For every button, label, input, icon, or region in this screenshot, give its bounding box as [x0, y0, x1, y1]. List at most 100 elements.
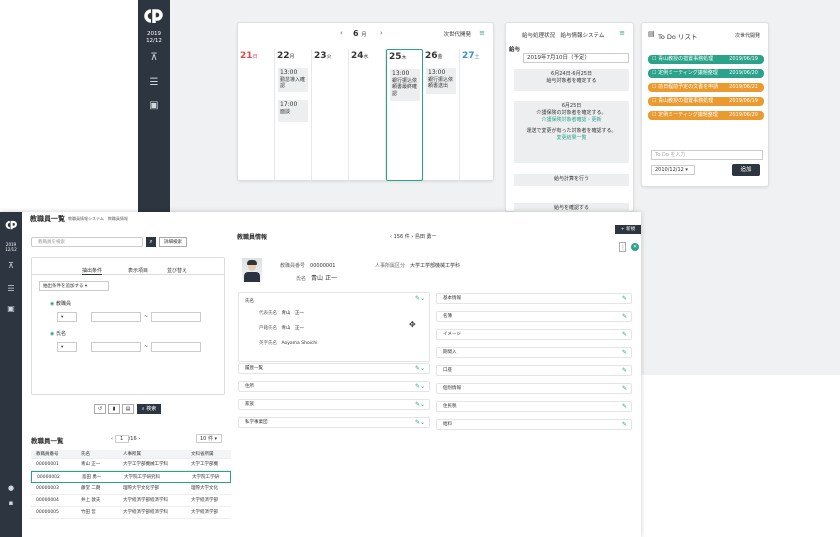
- edit-icon[interactable]: ✎⌄: [415, 295, 425, 302]
- day-cell[interactable]: 23火: [312, 49, 349, 181]
- next-record-button[interactable]: ›: [411, 234, 413, 240]
- day-cell[interactable]: 26金 13:00 銀行振込依頼書送出: [423, 49, 460, 181]
- calendar-event[interactable]: 13:00 銀行振込依頼書送出: [426, 68, 456, 94]
- next-month-button[interactable]: ›: [380, 29, 383, 37]
- page-input[interactable]: 1: [114, 435, 129, 443]
- name-row: 戸籍氏名 青山 正一: [259, 326, 304, 331]
- condition-operator-select[interactable]: ▾: [57, 312, 77, 322]
- payroll-link[interactable]: 介護保険対象者確認・更新: [516, 117, 627, 124]
- condition-from-input[interactable]: [91, 312, 141, 322]
- section-family[interactable]: 家族 ✎⌄: [238, 399, 430, 410]
- notification-icon[interactable]: ●: [6, 484, 16, 494]
- org-chart-icon[interactable]: ⊼: [5, 261, 17, 271]
- staff-name: 氏名 青山 正一: [296, 275, 337, 282]
- calendar-event[interactable]: 17:00 面談: [278, 100, 308, 122]
- payroll-step[interactable]: 給与計算を行う: [514, 174, 629, 186]
- section-private-school[interactable]: 私学事業団 ✎⌄: [238, 417, 430, 428]
- new-button[interactable]: + 新規: [615, 225, 641, 234]
- payroll-date-select[interactable]: 2019年7月10日（予定）: [523, 53, 629, 63]
- todo-date-select[interactable]: 2010/12/12 ▾: [651, 165, 695, 175]
- table-row[interactable]: 00000004 井上 敦夫 大学経済学部経済学科 大学経済学部: [31, 495, 231, 507]
- section-history[interactable]: 履歴一覧 ✎⌄: [238, 363, 430, 374]
- record-nav: ‹ 156 件 › 島田 勇一: [390, 234, 437, 240]
- condition-operator-select[interactable]: ▾: [57, 342, 77, 352]
- section-roster[interactable]: 名簿 ✎: [436, 311, 632, 322]
- table-row[interactable]: 00000005 竹田 哲大学経済学部経済学科 大学経済学部: [31, 507, 231, 519]
- cp-logo-icon[interactable]: [3, 217, 19, 233]
- condition-to-input[interactable]: [151, 342, 201, 352]
- section-account[interactable]: 口座 ✎: [436, 365, 632, 376]
- todo-item[interactable]: ☐ 定例ミーティング議題整理 2019/06/20: [648, 69, 764, 78]
- section-image[interactable]: イメージ ✎: [436, 329, 632, 340]
- payroll-step[interactable]: 6月24日-6月25日 給与対象者を確定する: [514, 69, 629, 91]
- day-cell[interactable]: 22月 13:00 勤怠導入確認 17:00 面談: [275, 49, 312, 181]
- condition-to-input[interactable]: [151, 312, 201, 322]
- column-header[interactable]: 氏名: [81, 450, 90, 459]
- save-icon[interactable]: ▤: [122, 404, 134, 414]
- prev-page-button[interactable]: ‹: [111, 436, 113, 442]
- condition-label: ◉ 氏名: [50, 331, 66, 337]
- reset-icon[interactable]: ↺: [94, 404, 106, 414]
- section-salary[interactable]: 給料 ✎: [436, 419, 632, 430]
- per-page-select[interactable]: 10 件 ▾: [196, 434, 222, 443]
- user-icon[interactable]: ▪: [6, 499, 16, 509]
- section-address[interactable]: 住所 ✎⌄: [238, 381, 430, 392]
- todo-owner: 次世代開発: [734, 33, 760, 39]
- tab-display[interactable]: 表示項目: [128, 267, 148, 274]
- book-icon[interactable]: ▣: [5, 304, 17, 314]
- payroll-menu-icon[interactable]: ≡: [619, 29, 625, 37]
- staff-detail-panel: + 新規 教職員情報 ‹ 156 件 › 島田 勇一 ⋮ ✕ 教職員番号 000…: [230, 224, 641, 537]
- book-icon[interactable]: ▣: [147, 100, 161, 112]
- todo-add-button[interactable]: 追加: [732, 164, 760, 176]
- table-row-selected[interactable]: 00000002 島田 勇一 大学院工学研究科 大学院工学研: [31, 471, 231, 483]
- tab-sort[interactable]: 並び替え: [167, 267, 187, 274]
- day-cell[interactable]: 27土: [460, 49, 497, 181]
- calendar-widget: ‹ 6 月 › 次世代開発 ≡ 21日 22月 13:00 勤怠導入確認 17:0…: [237, 22, 494, 181]
- column-header[interactable]: 人事所属: [123, 450, 141, 459]
- payroll-link[interactable]: 変更結果一覧: [516, 135, 627, 142]
- section-resident-tax[interactable]: 住民税 ✎: [436, 401, 632, 412]
- search-input[interactable]: 教職員を検索: [31, 237, 143, 247]
- section-individual[interactable]: 個別情報 ✎: [436, 383, 632, 394]
- dashboard-sidebar: 2019 12/12 ⊼ ☰ ▣: [138, 0, 170, 213]
- calendar-menu-icon[interactable]: ≡: [479, 29, 485, 37]
- cp-logo-icon[interactable]: [140, 3, 166, 29]
- more-options-icon[interactable]: ⋮: [619, 242, 626, 252]
- column-header[interactable]: 文科省所属: [191, 450, 214, 459]
- calendar-event[interactable]: 13:00 勤怠導入確認: [278, 68, 308, 92]
- close-icon[interactable]: ✕: [631, 243, 639, 251]
- prev-record-button[interactable]: ‹: [390, 234, 392, 240]
- todo-item[interactable]: ☐ 青山教授の措置事務処理 2019/06/19: [648, 55, 764, 64]
- search-icon[interactable]: ⌕: [146, 237, 156, 247]
- search-button[interactable]: ⌕ 検索: [137, 404, 161, 414]
- sidebar-date: 2019 12/12: [5, 242, 17, 252]
- next-page-button[interactable]: ›: [138, 436, 140, 442]
- section-period[interactable]: 期間入 ✎: [436, 347, 632, 358]
- staff-dept: 人事所属区分 大学工学部機械工学科: [375, 263, 461, 269]
- table-row[interactable]: 00000003 藤堂 二朗 理際大学文化学部 理際大学文化: [31, 483, 231, 495]
- add-condition-select[interactable]: 抽出条件を追加する ▾: [39, 281, 109, 291]
- list-icon[interactable]: ☰: [147, 77, 161, 89]
- delete-icon[interactable]: ▮: [108, 404, 120, 414]
- day-cell[interactable]: 24水: [349, 49, 386, 181]
- day-cell-today[interactable]: 25木 13:00 銀行振込依頼書最終確認: [386, 49, 423, 181]
- column-header[interactable]: 教職員番号: [36, 450, 59, 459]
- org-chart-icon[interactable]: ⊼: [147, 52, 161, 64]
- todo-input[interactable]: To Do を入力: [651, 150, 763, 160]
- day-cell[interactable]: 21日: [238, 49, 275, 181]
- todo-item[interactable]: ☐ 定例ミーティング議題整理 2019/06/20: [648, 111, 764, 120]
- month-label: 6 月: [353, 29, 367, 38]
- calendar-event[interactable]: 13:00 銀行振込依頼書最終確認: [390, 69, 420, 101]
- todo-title: To Do リスト: [658, 33, 698, 41]
- todo-item[interactable]: ☐ 前日程前予定の文書を申請 2019/06/21: [648, 83, 764, 92]
- payroll-step[interactable]: 6月25日 介護保険の対象者を確定する。 介護保険対象者確認・更新 運送で変更が…: [514, 101, 629, 163]
- tab-conditions[interactable]: 抽出条件: [82, 267, 103, 275]
- todo-item[interactable]: ☐ 青山教授の措置事務処理 2019/06/19: [648, 97, 764, 106]
- section-basic[interactable]: 基本情報 ✎: [436, 293, 632, 304]
- staff-sidebar: 2019 12/12 ⊼ ☰ ▣ ● ▪: [0, 212, 22, 537]
- prev-month-button[interactable]: ‹: [340, 29, 343, 37]
- condition-from-input[interactable]: [91, 342, 141, 352]
- advanced-search-button[interactable]: 詳細検索: [159, 237, 187, 247]
- table-row[interactable]: 00000001 青山 正一 大学工学部機械工学科 大学工学部機: [31, 459, 231, 471]
- list-icon[interactable]: ☰: [5, 284, 17, 294]
